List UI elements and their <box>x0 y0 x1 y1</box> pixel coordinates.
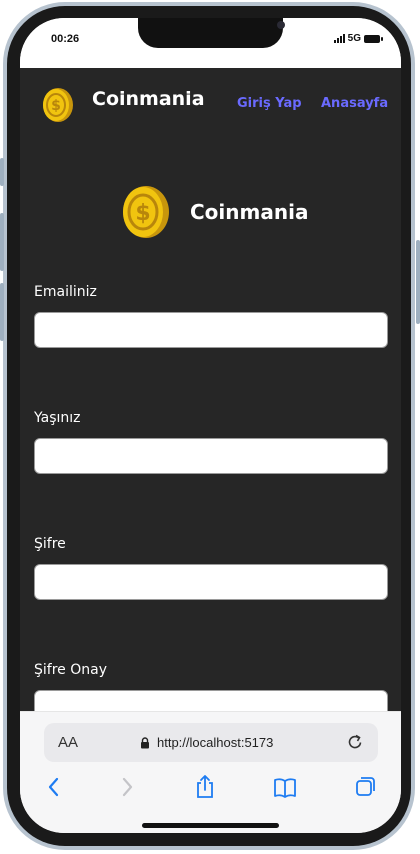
volume-up-button <box>0 213 4 271</box>
forward-icon[interactable] <box>115 774 139 800</box>
age-field[interactable] <box>34 438 388 474</box>
tabs-icon[interactable] <box>354 774 378 800</box>
home-indicator[interactable] <box>142 823 279 828</box>
network-type: 5G <box>347 33 361 44</box>
app-content: $ Coinmania Giriş Yap Anasayfa $ Coinman… <box>20 68 401 711</box>
login-link[interactable]: Giriş Yap <box>237 96 302 111</box>
password-field[interactable] <box>34 564 388 600</box>
camera-icon <box>277 21 285 29</box>
logo-title: Coinmania <box>190 200 309 224</box>
svg-text:$: $ <box>135 201 150 226</box>
battery-icon <box>364 34 383 43</box>
bookmarks-icon[interactable] <box>273 774 297 800</box>
back-icon[interactable] <box>42 774 66 800</box>
password-label: Şifre <box>34 536 66 552</box>
silent-switch <box>0 158 4 186</box>
lock-icon <box>141 737 149 749</box>
address-bar[interactable]: AA http://localhost:5173 <box>44 723 378 762</box>
notch <box>138 18 285 48</box>
email-label: Emailiniz <box>34 284 97 300</box>
home-link[interactable]: Anasayfa <box>321 96 388 111</box>
text-size-button[interactable]: AA <box>58 734 78 751</box>
coin-logo-icon[interactable]: $ <box>43 88 73 122</box>
browser-toolbar: AA http://localhost:5173 <box>20 711 401 833</box>
svg-text:$: $ <box>51 98 61 114</box>
reload-icon[interactable] <box>346 733 364 751</box>
volume-down-button <box>0 283 4 341</box>
signal-icon <box>333 34 345 43</box>
power-button <box>416 240 420 324</box>
status-bar: 00:26 5G <box>20 18 401 68</box>
password-confirm-field[interactable] <box>34 690 388 711</box>
password-confirm-label: Şifre Onay <box>34 662 107 678</box>
coin-logo-icon: $ <box>123 186 169 238</box>
url-text[interactable]: http://localhost:5173 <box>157 735 273 750</box>
status-time: 00:26 <box>51 33 80 45</box>
phone-screen: 00:26 5G $ Coinmania Giriş Yap Anasayfa … <box>20 18 401 833</box>
brand-name[interactable]: Coinmania <box>92 88 205 110</box>
network-status: 5G <box>333 33 383 44</box>
share-icon[interactable] <box>193 774 217 800</box>
age-label: Yaşınız <box>34 410 81 426</box>
email-field[interactable] <box>34 312 388 348</box>
